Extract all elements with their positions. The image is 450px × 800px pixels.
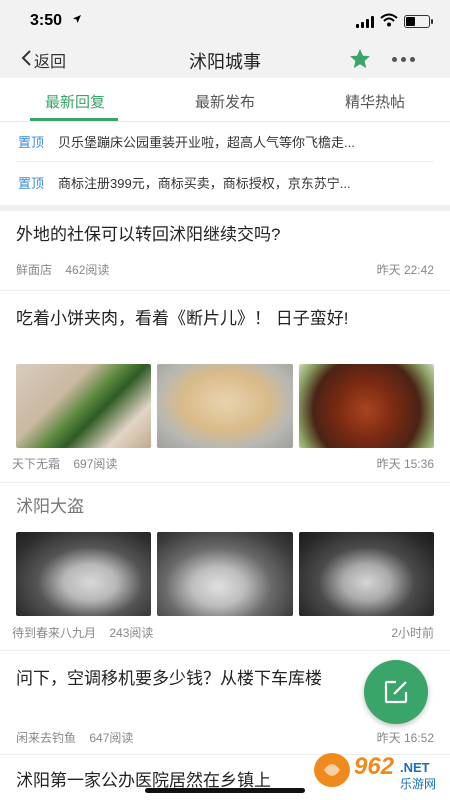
post-reads: 697阅读 bbox=[73, 457, 118, 471]
post-reads: 462阅读 bbox=[65, 263, 110, 277]
post-item[interactable]: 吃着小饼夹肉，看着《断片儿》！ 日子蛮好! 天下无霜 697阅读 昨天 15:3… bbox=[0, 291, 450, 483]
post-author: 待到春来八九月 bbox=[12, 626, 97, 640]
wifi-icon bbox=[380, 13, 398, 27]
post-images bbox=[16, 532, 434, 616]
location-arrow-icon bbox=[72, 13, 82, 27]
post-reads: 243阅读 bbox=[109, 626, 154, 640]
post-image-wrap[interactable] bbox=[16, 364, 152, 448]
pinned-list: 置顶 贝乐堡蹦床公园重装开业啦，超高人气等你飞檐走... 置顶 商标注册399元… bbox=[0, 122, 450, 202]
post-time: 昨天 16:52 bbox=[376, 731, 434, 745]
status-time: 3:50 bbox=[30, 12, 63, 29]
pin-badge: 置顶 bbox=[18, 135, 45, 150]
signal-icon bbox=[356, 16, 374, 28]
status-bar: 3:50 bbox=[0, 0, 450, 42]
tab-bar: 最新回复 最新发布 精华热帖 bbox=[0, 78, 450, 122]
post-author: 天下无霜 bbox=[12, 457, 61, 471]
post-title: 问下，空调移机要多少钱？从楼下车库楼 bbox=[16, 669, 322, 688]
post-image-cctv-1[interactable] bbox=[16, 532, 152, 616]
post-image-flatbread[interactable] bbox=[157, 364, 293, 448]
post-meta: 鲜面店 462阅读 昨天 22:42 bbox=[16, 261, 434, 278]
post-time: 2小时前 bbox=[391, 626, 434, 640]
post-title: 吃着小饼夹肉，看着《断片儿》！ 日子蛮好! bbox=[16, 309, 349, 328]
more-icon[interactable] bbox=[392, 57, 415, 62]
pinned-item[interactable]: 置顶 商标注册399元，商标买卖，商标授权，京东苏宁... bbox=[16, 162, 434, 202]
site-watermark: 962 .NET 乐游网 bbox=[312, 748, 444, 792]
compose-button[interactable] bbox=[364, 660, 428, 724]
tab-latest-post[interactable]: 最新发布 bbox=[170, 91, 280, 112]
post-reads: 647阅读 bbox=[89, 731, 134, 745]
pin-badge: 置顶 bbox=[18, 175, 45, 191]
post-author: 闲来去钓鱼 bbox=[16, 731, 77, 745]
post-image-cctv-3[interactable] bbox=[298, 532, 434, 616]
post-title: 外地的社保可以转回沭阳继续交吗? bbox=[16, 225, 281, 244]
watermark-number: 962 bbox=[354, 753, 395, 780]
pinned-text: 贝乐堡蹦床公园重装开业啦，超高人气等你飞檐走... bbox=[58, 135, 355, 150]
pinned-text: 商标注册399元，商标买卖，商标授权，京东苏宁... bbox=[58, 175, 351, 191]
post-item[interactable]: 沭阳大盗 待到春来八九月 243阅读 2小时前 bbox=[0, 483, 450, 651]
tab-indicator bbox=[30, 118, 118, 121]
post-meta: 天下无霜 697阅读 昨天 15:36 bbox=[12, 455, 434, 472]
battery-icon bbox=[404, 15, 433, 28]
pinned-item[interactable]: 置顶 贝乐堡蹦床公园重装开业啦，超高人气等你飞檐走... bbox=[16, 122, 434, 162]
watermark-subtitle: 乐游网 bbox=[400, 777, 436, 791]
nav-bar: 返回 沭阳城事 bbox=[0, 42, 450, 78]
post-title: 沭阳大盗 bbox=[16, 497, 84, 516]
tab-featured[interactable]: 精华热帖 bbox=[320, 91, 430, 112]
home-indicator[interactable] bbox=[145, 788, 305, 793]
page-title: 沭阳城事 bbox=[189, 52, 261, 72]
tab-latest-reply[interactable]: 最新回复 bbox=[20, 91, 130, 112]
edit-icon bbox=[384, 680, 408, 704]
post-images bbox=[16, 364, 434, 448]
star-icon[interactable] bbox=[348, 47, 372, 71]
watermark-domain: .NET bbox=[400, 760, 430, 775]
post-author: 鲜面店 bbox=[16, 263, 53, 277]
post-meta: 待到春来八九月 243阅读 2小时前 bbox=[12, 624, 434, 641]
post-time: 昨天 22:42 bbox=[376, 263, 434, 277]
post-time: 昨天 15:36 bbox=[376, 457, 434, 471]
post-image-cctv-2[interactable] bbox=[157, 532, 293, 616]
post-meta: 闲来去钓鱼 647阅读 昨天 16:52 bbox=[16, 729, 434, 746]
post-item[interactable]: 外地的社保可以转回沭阳继续交吗? 鲜面店 462阅读 昨天 22:42 bbox=[0, 211, 450, 291]
post-image-meat-dish[interactable] bbox=[298, 364, 434, 448]
